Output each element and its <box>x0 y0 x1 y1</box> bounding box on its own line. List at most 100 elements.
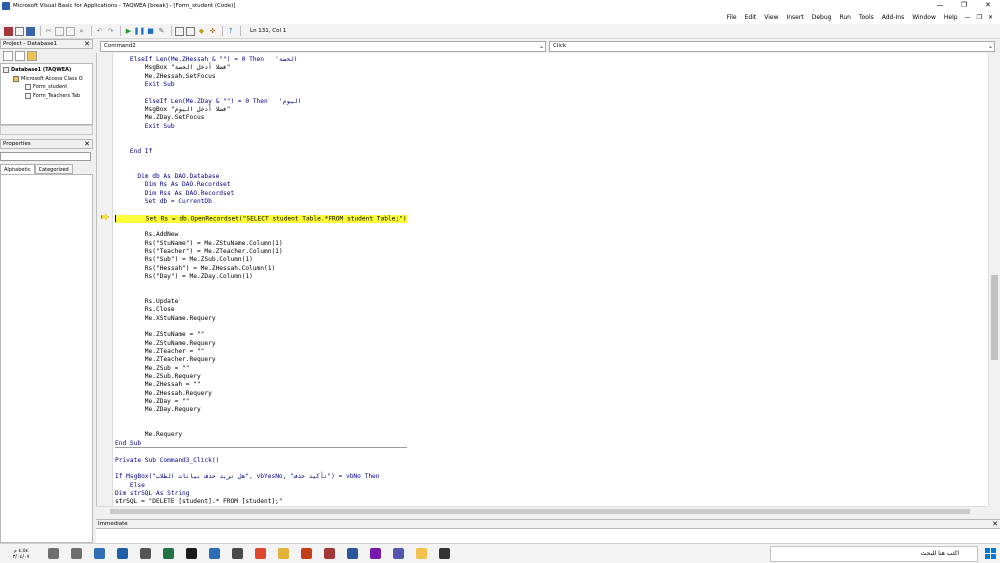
code-line[interactable]: Private Sub Command3_Click() <box>115 457 407 465</box>
code-line[interactable]: Rs("Hessah") = Me.ZHessah.Column(1) <box>115 265 407 273</box>
code-line[interactable]: Dim db As DAO.Database <box>115 173 407 181</box>
code-line[interactable]: Dim Rs As DAO.Recordset <box>115 181 407 189</box>
menu-insert[interactable]: Insert <box>782 14 807 21</box>
menu-run[interactable]: Run <box>835 14 855 21</box>
calculator-icon[interactable] <box>140 548 151 559</box>
code-line[interactable]: End Sub <box>115 440 407 449</box>
code-line[interactable] <box>115 156 407 164</box>
windows-start-icon[interactable] <box>985 548 996 559</box>
tab-alphabetic[interactable]: Alphabetic <box>0 164 35 174</box>
files-icon[interactable] <box>117 548 128 559</box>
immediate-window[interactable] <box>96 529 1000 543</box>
save-icon[interactable] <box>26 26 35 36</box>
code-line[interactable] <box>115 415 407 423</box>
code-line[interactable]: Me.ZStuName = "" <box>115 331 407 339</box>
store-icon[interactable] <box>232 548 243 559</box>
menu-file[interactable]: File <box>723 14 741 21</box>
find-icon[interactable]: ⌕ <box>77 27 86 36</box>
excel-icon[interactable] <box>163 548 174 559</box>
mdi-minimize-icon[interactable]: — <box>962 14 974 21</box>
mdi-restore-icon[interactable]: ❐ <box>974 14 985 21</box>
menu-window[interactable]: Window <box>908 14 940 21</box>
code-vscrollbar[interactable] <box>988 53 1000 506</box>
insert-module-icon[interactable] <box>15 26 24 36</box>
design-mode-icon[interactable]: ✎ <box>157 27 166 36</box>
clock[interactable]: ٤:٥٤ م ٣/٠٤/٠٧ <box>0 548 42 560</box>
code-line[interactable]: Me.ZHessah.Requery <box>115 390 407 398</box>
code-line[interactable]: Rs.Close <box>115 306 407 314</box>
code-line[interactable] <box>115 131 407 139</box>
code-line[interactable]: MsgBox "فضلا أدخل اليوم" <box>115 106 407 114</box>
mail-icon[interactable] <box>209 548 220 559</box>
project-hscrollbar[interactable] <box>0 125 93 135</box>
view-object-icon[interactable] <box>15 51 25 61</box>
project-explorer-icon[interactable] <box>175 26 184 36</box>
code-line[interactable]: Me.ZTeacher.Requery <box>115 356 407 364</box>
network-icon[interactable] <box>71 548 82 559</box>
menu-tools[interactable]: Tools <box>855 14 878 21</box>
menu-view[interactable]: View <box>760 14 782 21</box>
code-line[interactable]: Me.Requery <box>115 431 407 439</box>
object-browser-icon[interactable]: ◆ <box>197 27 206 36</box>
code-line[interactable]: Set Rs = db.OpenRecordset("SELECT studen… <box>115 214 407 223</box>
code-line[interactable]: Me.ZSub = "" <box>115 365 407 373</box>
run-icon[interactable]: ▶ <box>124 27 133 36</box>
code-line[interactable] <box>115 423 407 431</box>
reset-icon[interactable]: ■ <box>146 27 155 36</box>
code-line[interactable]: Rs("StuName") = Me.ZStuName.Column(1) <box>115 240 407 248</box>
code-line[interactable] <box>115 139 407 147</box>
code-line[interactable]: Me.ZStuName.Requery <box>115 340 407 348</box>
vscroll-thumb[interactable] <box>991 275 998 360</box>
hscroll-thumb[interactable] <box>110 509 970 514</box>
code-line[interactable] <box>115 164 407 172</box>
code-line[interactable] <box>115 281 407 289</box>
teams-icon[interactable] <box>393 548 404 559</box>
code-line[interactable]: Me.ZDay.SetFocus <box>115 114 407 122</box>
onenote-icon[interactable] <box>370 548 381 559</box>
edge-icon[interactable] <box>94 548 105 559</box>
code-line[interactable] <box>115 448 407 456</box>
mdi-close-icon[interactable]: ✕ <box>985 14 996 21</box>
tree-item-form-student[interactable]: Form_student <box>1 83 92 92</box>
code-line[interactable]: Rs.AddNew <box>115 231 407 239</box>
minimize-button[interactable]: — <box>928 0 952 11</box>
code-line[interactable] <box>115 465 407 473</box>
properties-window-icon[interactable] <box>186 26 195 36</box>
menu-add-ins[interactable]: Add-Ins <box>878 14 908 21</box>
code-line[interactable] <box>115 290 407 298</box>
code-line[interactable]: Rs("Day") = Me.ZDay.Column(1) <box>115 273 407 281</box>
code-line[interactable]: Me.ZDay = "" <box>115 398 407 406</box>
code-line[interactable]: End If <box>115 148 407 156</box>
word-icon[interactable] <box>347 548 358 559</box>
undo-icon[interactable]: ↶ <box>95 27 104 36</box>
close-properties-pane-icon[interactable]: ✕ <box>83 140 91 148</box>
code-line[interactable]: Me.ZTeacher = "" <box>115 348 407 356</box>
code-line[interactable]: Me.ZHessah = "" <box>115 381 407 389</box>
code-line[interactable]: Exit Sub <box>115 123 407 131</box>
code-line[interactable] <box>115 323 407 331</box>
code-hscrollbar[interactable] <box>96 506 988 516</box>
procedure-combo[interactable]: Click ⌄ <box>549 41 995 52</box>
menu-help[interactable]: Help <box>940 14 962 21</box>
code-line[interactable]: strSQL = "DELETE [student].* FROM [stude… <box>115 498 407 506</box>
properties-object-select[interactable] <box>0 152 91 161</box>
code-line[interactable] <box>115 206 407 214</box>
code-line[interactable]: Else <box>115 482 407 490</box>
code-line[interactable]: Set db = CurrentDb <box>115 198 407 206</box>
cortana-icon[interactable] <box>186 548 197 559</box>
code-line[interactable]: Dim Rss As DAO.Recordset <box>115 190 407 198</box>
menu-debug[interactable]: Debug <box>808 14 836 21</box>
redo-icon[interactable]: ↷ <box>106 27 115 36</box>
code-line[interactable]: ElseIf Len(Me.ZDay & "") = 0 Then 'اليوم <box>115 98 407 106</box>
code-line[interactable]: Dim strSQL As String <box>115 490 407 498</box>
close-button[interactable]: ✕ <box>976 0 1000 11</box>
code-line[interactable]: Me.ZSub.Requery <box>115 373 407 381</box>
code-line[interactable] <box>115 223 407 231</box>
close-immediate-pane-icon[interactable]: ✕ <box>991 520 999 528</box>
powerpoint-icon[interactable] <box>301 548 312 559</box>
taskbar-search[interactable]: اكتب هنا للبحث <box>770 546 978 562</box>
code-line[interactable]: Rs.Update <box>115 298 407 306</box>
code-editor[interactable]: ElseIf Len(Me.ZHessah & "") = 0 Then 'ال… <box>96 53 988 506</box>
indicator-margin[interactable] <box>97 53 113 506</box>
menu-edit[interactable]: Edit <box>741 14 761 21</box>
